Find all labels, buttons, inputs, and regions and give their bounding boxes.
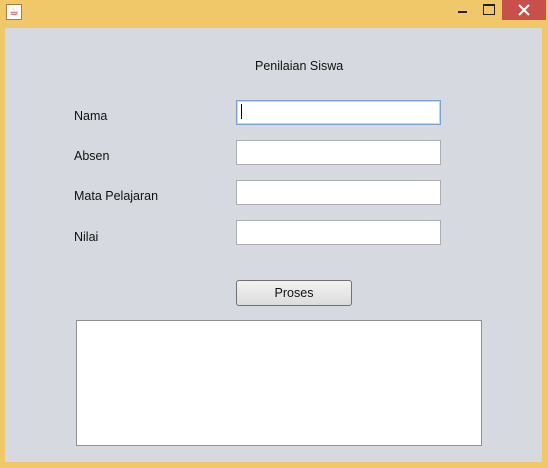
java-cup-icon[interactable]: ☕: [6, 4, 22, 20]
maximize-icon: [483, 4, 495, 15]
nilai-field[interactable]: [236, 220, 441, 245]
title-bar[interactable]: ☕: [0, 0, 548, 26]
page-title: Penilaian Siswa: [255, 59, 344, 73]
text-caret: [241, 104, 242, 119]
proses-button[interactable]: Proses: [236, 280, 352, 306]
minimize-icon: [458, 11, 467, 13]
nama-label: Nama: [74, 109, 108, 123]
app-window: ☕ Penilaian Siswa Nama Absen Mata Pelaja…: [0, 0, 548, 468]
minimize-button[interactable]: [450, 0, 476, 20]
close-icon: [518, 4, 530, 16]
mata-pelajaran-field[interactable]: [236, 180, 441, 205]
maximize-button[interactable]: [476, 0, 502, 20]
mata-pelajaran-label: Mata Pelajaran: [74, 189, 159, 203]
nilai-label: Nilai: [74, 230, 99, 244]
absen-label: Absen: [74, 149, 110, 163]
form-panel: Penilaian Siswa Nama Absen Mata Pelajara…: [5, 28, 542, 462]
output-textarea[interactable]: [76, 320, 482, 446]
nama-field[interactable]: [236, 100, 441, 125]
absen-field[interactable]: [236, 140, 441, 165]
close-button[interactable]: [502, 0, 546, 20]
